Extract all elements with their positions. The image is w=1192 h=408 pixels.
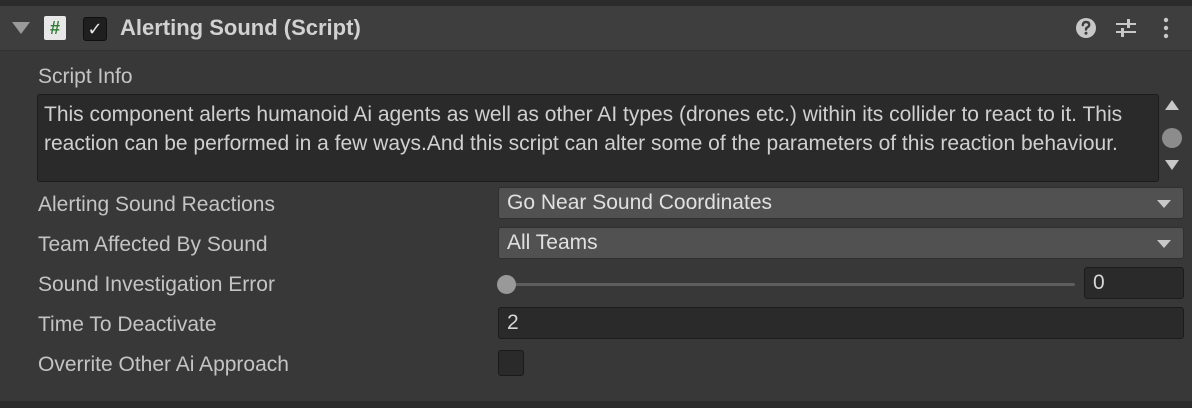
component-title: Alerting Sound (Script) (120, 15, 361, 40)
component-enabled-checkbox[interactable]: ✓ (83, 17, 107, 41)
overrite-other-ai-approach-label: Overrite Other Ai Approach (38, 353, 289, 376)
help-icon[interactable] (1074, 16, 1098, 40)
kebab-menu-icon[interactable] (1156, 16, 1180, 40)
alerting-sound-reactions-value: Go Near Sound Coordinates (507, 191, 772, 214)
time-to-deactivate-value: 2 (507, 311, 519, 334)
alerting-sound-reactions-dropdown[interactable]: Go Near Sound Coordinates (498, 187, 1184, 219)
script-hash-icon: # (44, 16, 66, 40)
alerting-sound-reactions-label: Alerting Sound Reactions (38, 193, 275, 216)
scroll-thumb[interactable] (1162, 128, 1182, 148)
chevron-down-icon (1157, 240, 1171, 248)
team-affected-by-sound-dropdown[interactable]: All Teams (498, 227, 1184, 259)
foldout-triangle-icon[interactable] (12, 22, 30, 34)
time-to-deactivate-label: Time To Deactivate (38, 313, 217, 336)
sound-investigation-error-label: Sound Investigation Error (38, 273, 275, 296)
overrite-other-ai-approach-checkbox[interactable] (498, 350, 524, 376)
script-info-textarea[interactable]: This component alerts humanoid Ai agents… (37, 94, 1159, 182)
script-info-label: Script Info (38, 65, 133, 88)
script-info-text: This component alerts humanoid Ai agents… (44, 103, 1123, 155)
chevron-down-icon (1157, 200, 1171, 208)
team-affected-by-sound-label: Team Affected By Sound (38, 233, 268, 256)
bottom-border (0, 401, 1192, 408)
script-info-scrollbar[interactable] (1161, 100, 1183, 172)
presets-icon[interactable] (1114, 16, 1138, 40)
sound-investigation-error-slider-track[interactable] (505, 283, 1075, 286)
time-to-deactivate-field[interactable]: 2 (498, 307, 1184, 339)
scroll-up-arrow-icon[interactable] (1165, 100, 1179, 110)
scroll-down-arrow-icon[interactable] (1165, 160, 1179, 170)
sound-investigation-error-value: 0 (1093, 271, 1105, 294)
sound-investigation-error-slider-knob[interactable] (497, 275, 516, 294)
component-header[interactable]: # ✓ Alerting Sound (Script) (0, 6, 1192, 51)
sound-investigation-error-field[interactable]: 0 (1084, 267, 1184, 299)
team-affected-by-sound-value: All Teams (507, 231, 598, 254)
